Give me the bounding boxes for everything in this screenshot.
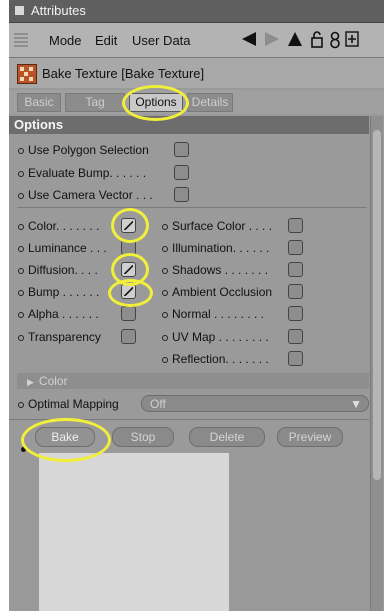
preview-area xyxy=(39,453,229,611)
use-polygon-selection-checkbox[interactable] xyxy=(174,142,189,157)
tab-bar: Basic Tag Options Details xyxy=(9,90,384,114)
menu-edit[interactable]: Edit xyxy=(95,33,117,48)
channel-reflection: Reflection. . . . . . . xyxy=(162,352,269,366)
alpha-checkbox[interactable] xyxy=(121,306,136,321)
option-use-polygon-selection: Use Polygon Selection xyxy=(18,143,149,157)
channel-label: UV Map . . . . . . . . xyxy=(172,330,269,344)
attributes-panel: Attributes Mode Edit User Data Bake Text… xyxy=(9,0,384,611)
ambient-occlusion-checkbox[interactable] xyxy=(288,284,303,299)
uv-map-checkbox[interactable] xyxy=(288,329,303,344)
window-icon xyxy=(15,6,24,15)
use-camera-vector-checkbox[interactable] xyxy=(174,187,189,202)
reflection-checkbox[interactable] xyxy=(288,351,303,366)
channel-color: Color. . . . . . . xyxy=(18,219,99,233)
tab-details[interactable]: Details xyxy=(187,93,233,112)
eight-icon[interactable] xyxy=(329,31,341,49)
channel-luminance: Luminance . . . xyxy=(18,241,107,255)
window-title: Attributes xyxy=(31,3,86,18)
channel-label: Bump . . . . . . xyxy=(28,285,100,299)
optimal-mapping-select[interactable]: Off ▼ xyxy=(141,395,369,412)
section-header: Options xyxy=(9,116,369,134)
channel-normal: Normal . . . . . . . . xyxy=(162,307,264,321)
window-titlebar: Attributes xyxy=(9,0,384,23)
channel-label: Transparency xyxy=(28,330,101,344)
triangle-right-icon: ▶ xyxy=(27,377,34,387)
channel-label: Reflection. . . . . . . xyxy=(172,352,269,366)
arrow-right-icon[interactable] xyxy=(264,31,280,47)
highlight-bump-checkbox xyxy=(108,279,153,307)
option-label: Evaluate Bump. . . . . . xyxy=(28,166,147,180)
color-group-toggle[interactable]: ▶ Color xyxy=(17,373,369,389)
color-group-label: Color xyxy=(38,374,68,388)
channel-label: Luminance . . . xyxy=(28,241,107,255)
option-evaluate-bump: Evaluate Bump. . . . . . xyxy=(18,166,146,180)
channel-label: Illumination. . . . . . xyxy=(172,241,270,255)
channel-label: Surface Color . . . . xyxy=(172,219,273,233)
object-row: Bake Texture [Bake Texture] xyxy=(9,58,384,88)
stop-button[interactable]: Stop xyxy=(112,427,174,447)
channel-shadows: Shadows . . . . . . . xyxy=(162,263,268,277)
option-label: Use Camera Vector . . . xyxy=(28,188,153,202)
highlight-bake-button xyxy=(21,418,111,462)
channel-diffusion: Diffusion. . . . xyxy=(18,263,98,277)
preview-button[interactable]: Preview xyxy=(277,427,343,447)
grip-icon[interactable] xyxy=(14,31,28,47)
scrollbar[interactable] xyxy=(370,116,383,611)
channel-label: Color. . . . . . . xyxy=(28,219,100,233)
channel-label: Diffusion. . . . xyxy=(28,263,98,277)
highlight-options-tab xyxy=(122,85,189,121)
channel-alpha: Alpha . . . . . . xyxy=(18,307,99,321)
normal-checkbox[interactable] xyxy=(288,306,303,321)
chevron-down-icon: ▼ xyxy=(350,397,362,411)
menu-user-data[interactable]: User Data xyxy=(132,33,191,48)
transparency-checkbox[interactable] xyxy=(121,329,136,344)
illumination-checkbox[interactable] xyxy=(288,240,303,255)
option-optimal-mapping: Optimal Mapping xyxy=(18,397,119,411)
select-value: Off xyxy=(150,397,166,411)
arrow-left-icon[interactable] xyxy=(241,31,257,47)
surface-color-checkbox[interactable] xyxy=(288,218,303,233)
channel-surface-color: Surface Color . . . . xyxy=(162,219,272,233)
shadows-checkbox[interactable] xyxy=(288,262,303,277)
tab-basic[interactable]: Basic xyxy=(17,93,61,112)
tab-tag[interactable]: Tag xyxy=(65,93,125,112)
option-label: Use Polygon Selection xyxy=(28,143,149,157)
divider xyxy=(17,207,367,208)
delete-button[interactable]: Delete xyxy=(189,427,265,447)
highlight-color-checkbox xyxy=(111,208,149,243)
evaluate-bump-checkbox[interactable] xyxy=(174,165,189,180)
menubar: Mode Edit User Data xyxy=(9,23,384,58)
channel-illumination: Illumination. . . . . . xyxy=(162,241,269,255)
scrollbar-thumb[interactable] xyxy=(373,130,381,480)
channel-label: Normal . . . . . . . . xyxy=(172,307,265,321)
arrow-up-icon[interactable] xyxy=(287,31,303,47)
object-title: Bake Texture [Bake Texture] xyxy=(42,66,205,81)
menu-mode[interactable]: Mode xyxy=(49,33,82,48)
channel-label: Shadows . . . . . . . xyxy=(172,263,269,277)
channel-uv-map: UV Map . . . . . . . . xyxy=(162,330,269,344)
channel-label: Ambient Occlusion xyxy=(172,285,273,299)
channel-transparency: Transparency xyxy=(18,330,101,344)
bake-texture-icon xyxy=(17,64,37,84)
add-icon[interactable] xyxy=(345,31,359,47)
lock-icon[interactable] xyxy=(310,31,324,49)
channel-ambient-occlusion: Ambient Occlusion xyxy=(162,285,272,299)
channel-bump: Bump . . . . . . xyxy=(18,285,99,299)
option-use-camera-vector: Use Camera Vector . . . xyxy=(18,188,153,202)
channel-label: Alpha . . . . . . xyxy=(28,307,99,321)
option-label: Optimal Mapping xyxy=(28,397,119,411)
